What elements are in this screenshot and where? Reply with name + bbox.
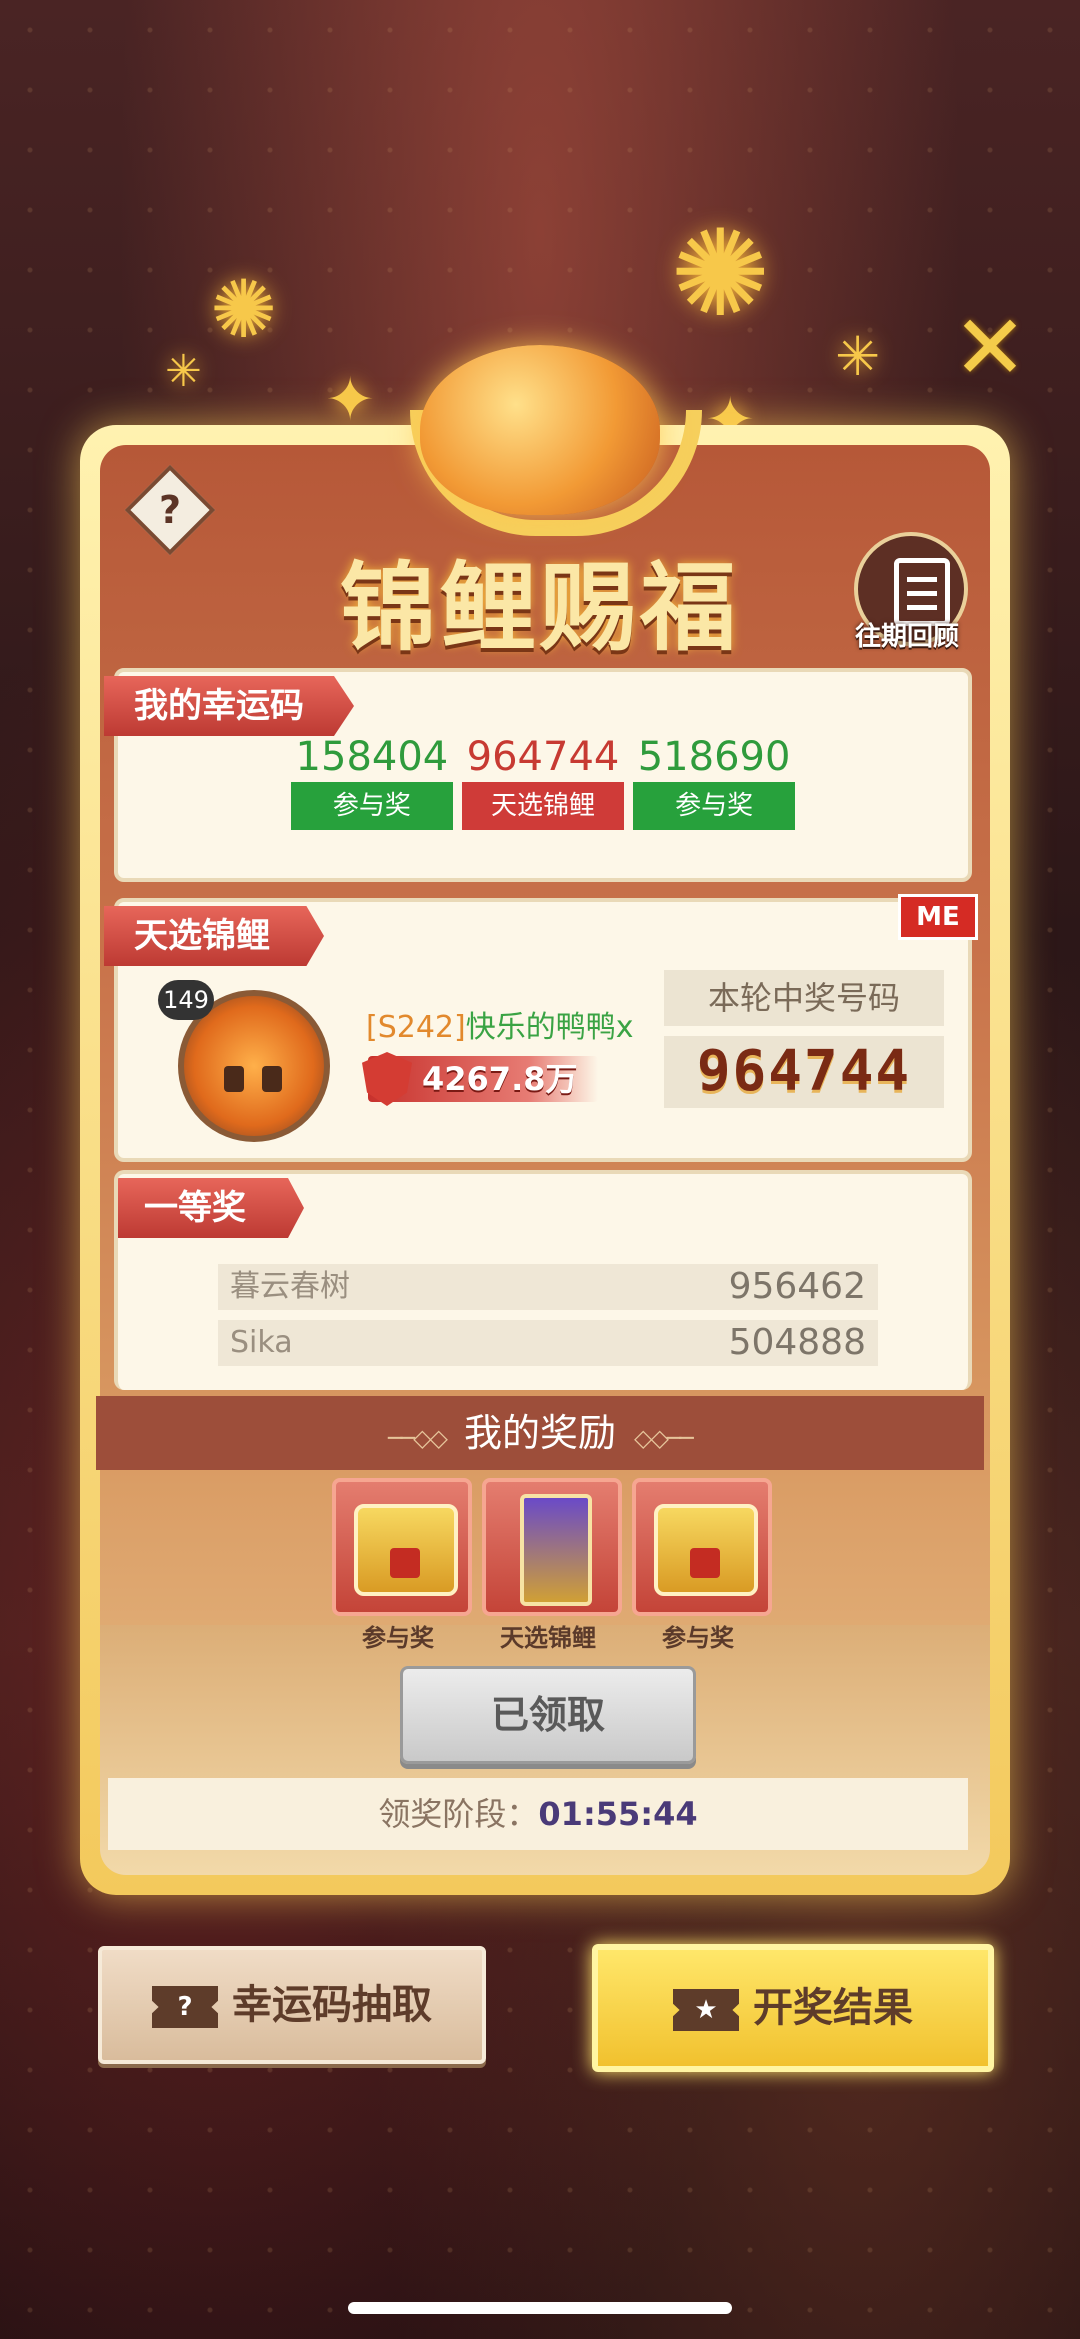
close-icon[interactable]: ✕	[940, 285, 1040, 395]
draw-results-button[interactable]: ★ 开奖结果	[592, 1944, 994, 2072]
divider-ornament-icon: ◇◇──	[634, 1424, 694, 1452]
firework-icon: ✳	[165, 346, 202, 397]
chosen-koi-card: 天选锦鲤 ME 149 [S242]快乐的鸭鸭x 4267.8万 本轮中奖号码 …	[104, 894, 978, 1162]
claim-phase-timer: 01:55:44	[538, 1795, 698, 1833]
winner-name: Sika	[230, 1325, 293, 1360]
rewards-title: 我的奖励	[463, 1411, 616, 1455]
lucky-code-item: 518690 参与奖	[633, 732, 796, 830]
divider-ornament-icon: ──◇◇	[388, 1424, 448, 1452]
rewards-header: ──◇◇ 我的奖励 ◇◇──	[96, 1396, 984, 1470]
server-tag: [S242]	[366, 1010, 466, 1045]
first-prize-card: 一等奖 暮云春树 956462 Sika 504888	[114, 1170, 972, 1390]
reward-label: 天选锦鲤	[500, 1624, 596, 1652]
first-prize-list[interactable]: 暮云春树 956462 Sika 504888	[218, 1264, 878, 1376]
lucky-draw-label: 幸运码抽取	[232, 1982, 432, 2028]
winning-number: 964744	[664, 1036, 944, 1108]
history-label: 往期回顾	[854, 622, 959, 652]
lucky-code-number: 518690	[637, 734, 791, 780]
combat-power: 4267.8万	[362, 1052, 598, 1106]
koi-fish-emblem-icon	[420, 345, 660, 515]
winning-number-label: 本轮中奖号码	[664, 970, 944, 1026]
reward-label: 参与奖	[362, 1624, 434, 1652]
reward-item[interactable]	[632, 1478, 772, 1616]
lucky-codes-card: 我的幸运码 158404 参与奖 964744 天选锦鲤 518690 参与奖	[104, 668, 972, 882]
lucky-draw-button[interactable]: ? 幸运码抽取	[98, 1946, 486, 2064]
dragon-chest-icon	[654, 1504, 758, 1596]
lucky-code-number: 964744	[466, 734, 620, 780]
ticket-question-icon: ?	[152, 1986, 218, 2028]
player-name: [S242]快乐的鸭鸭x	[366, 1002, 633, 1046]
draw-results-label: 开奖结果	[753, 1985, 913, 2031]
history-button[interactable]: 往期回顾	[848, 532, 968, 652]
dragon-chest-icon	[354, 1504, 458, 1596]
power-shield-icon	[362, 1052, 412, 1106]
lucky-code-item: 964744 天选锦鲤	[462, 732, 624, 830]
winner-code: 956462	[728, 1266, 866, 1307]
firework-icon: ✳	[835, 325, 881, 388]
firework-icon: ✺	[670, 205, 771, 344]
player-nickname: 快乐的鸭鸭x	[465, 1010, 634, 1045]
avatar-level: 149	[158, 980, 214, 1020]
reward-label: 参与奖	[662, 1624, 734, 1652]
table-row: 暮云春树 956462	[218, 1264, 878, 1310]
hero-card-icon	[520, 1494, 592, 1606]
combat-power-value: 4267.8万	[422, 1060, 578, 1098]
reward-item[interactable]	[332, 1478, 472, 1616]
chosen-koi-tag: 天选锦鲤	[104, 906, 324, 966]
lucky-code-number: 158404	[295, 734, 449, 780]
first-prize-tag: 一等奖	[118, 1178, 304, 1238]
home-indicator[interactable]	[348, 2302, 732, 2314]
lucky-code-list: 158404 参与奖 964744 天选锦鲤 518690 参与奖	[118, 732, 968, 830]
winner-name: 暮云春树	[230, 1269, 350, 1304]
firework-icon: ✺	[210, 263, 278, 356]
winner-code: 504888	[728, 1322, 866, 1363]
lucky-code-item: 158404 参与奖	[290, 732, 453, 830]
page-title: 锦鲤赐福	[340, 552, 740, 664]
claimed-button[interactable]: 已领取	[400, 1666, 696, 1764]
lucky-code-status: 参与奖	[633, 782, 796, 830]
lucky-code-status: 天选锦鲤	[462, 782, 624, 830]
lucky-code-status: 参与奖	[290, 782, 453, 830]
table-row: Sika 504888	[218, 1320, 878, 1366]
sparkle-icon: ✦	[325, 365, 376, 435]
lucky-codes-tag: 我的幸运码	[104, 676, 354, 736]
me-badge: ME	[898, 894, 978, 940]
ticket-star-icon: ★	[673, 1989, 739, 2031]
avatar[interactable]: 149	[158, 980, 330, 1142]
claim-phase: 领奖阶段：01:55:44	[108, 1778, 968, 1850]
claim-phase-label: 领奖阶段：	[378, 1795, 539, 1833]
reward-item[interactable]	[482, 1478, 622, 1616]
